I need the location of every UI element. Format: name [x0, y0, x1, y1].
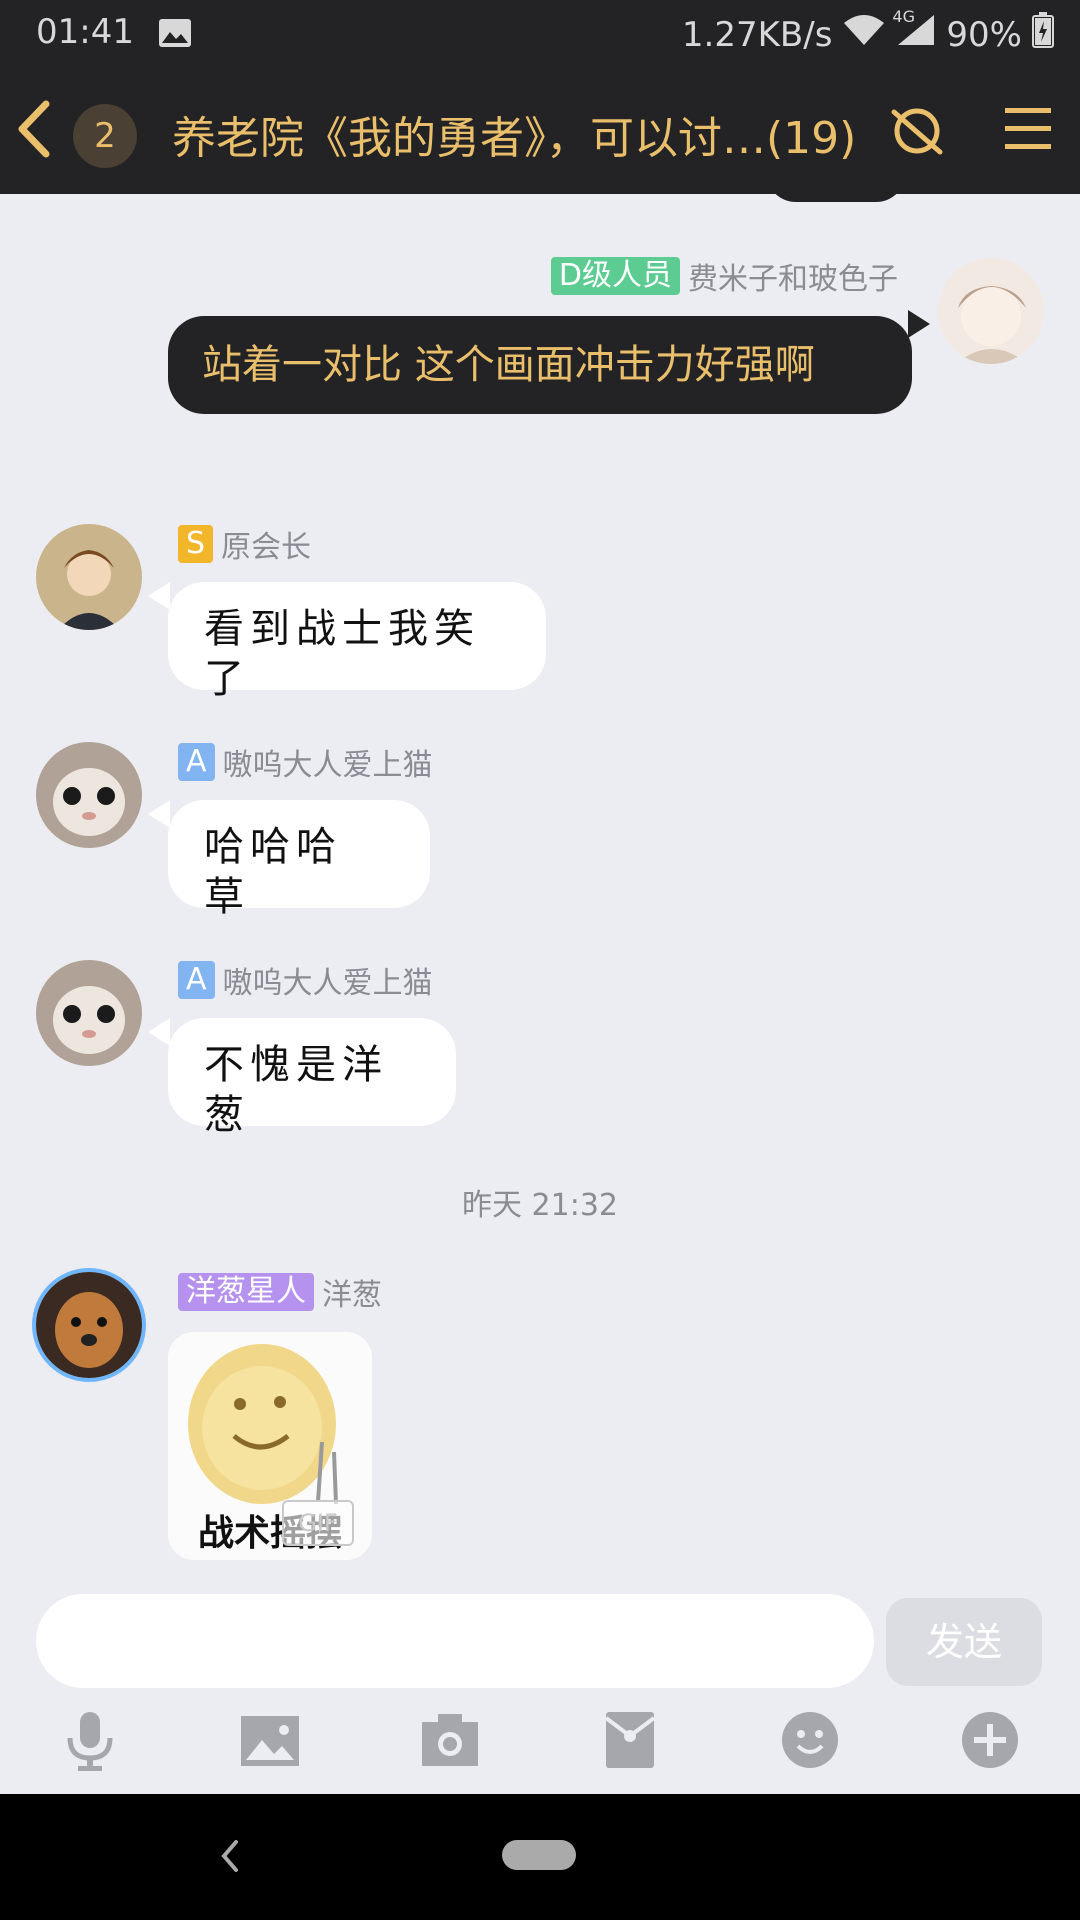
nav-back-icon: [221, 1840, 238, 1872]
member-level-badge: A: [178, 743, 215, 781]
avatar[interactable]: [36, 524, 142, 630]
sender-row: A 嗷呜大人爱上猫: [178, 740, 433, 784]
message-bubble[interactable]: 不愧是洋葱: [168, 1018, 456, 1138]
image-icon[interactable]: [238, 1708, 302, 1772]
avatar[interactable]: [938, 258, 1044, 364]
message-bubble[interactable]: 站着一对比 这个画面冲击力好强啊: [168, 316, 912, 414]
sender-name[interactable]: 原会长: [221, 522, 311, 566]
gif-label: GIF: [282, 1500, 354, 1546]
member-level-badge: 洋葱星人: [178, 1273, 314, 1311]
chevron-left-icon: [18, 100, 50, 158]
battery-level: 90%: [946, 14, 1022, 55]
sender-row: S 原会长: [178, 522, 311, 566]
network-speed: 1.27KB/s: [681, 14, 833, 55]
sender-row: 洋葱星人 洋葱: [178, 1270, 382, 1314]
hamburger-menu-icon: [1005, 108, 1051, 149]
status-bar: 01:41 1.27KB/s 4G 90%: [0, 0, 1080, 64]
red-packet-icon[interactable]: [598, 1708, 662, 1772]
battery-charging-icon: [1032, 12, 1054, 57]
member-level-badge: S: [178, 525, 214, 563]
gallery-notification-icon: [158, 17, 192, 57]
status-time: 01:41: [36, 12, 134, 52]
emoji-icon[interactable]: [778, 1708, 842, 1772]
microphone-icon[interactable]: [58, 1708, 122, 1772]
message-input[interactable]: [36, 1594, 874, 1688]
chat-header: 2 养老院《我的勇者》，可以讨…(19): [0, 64, 1080, 194]
message-bubble[interactable]: 哈哈哈 草: [168, 800, 430, 920]
camera-icon[interactable]: [418, 1708, 482, 1772]
wifi-icon: [842, 13, 886, 56]
message-timestamp: 昨天 21:32: [462, 1188, 618, 1223]
bubble-tail: [148, 800, 170, 828]
unread-count-badge[interactable]: 2: [73, 104, 137, 168]
sender-name[interactable]: 费米子和玻色子: [688, 254, 898, 298]
cell-signal-icon: 4G: [892, 7, 936, 56]
plus-icon[interactable]: [958, 1708, 1022, 1772]
mute-planet-icon: [891, 108, 943, 155]
member-level-badge: D级人员: [550, 257, 680, 295]
avatar[interactable]: [36, 1272, 142, 1378]
network-type-label: 4G: [892, 7, 915, 26]
menu-button[interactable]: [1003, 102, 1053, 156]
message-bubble[interactable]: 看到战士我笑了: [168, 582, 546, 702]
sender-name[interactable]: 洋葱: [322, 1270, 382, 1314]
bubble-tail: [148, 582, 170, 610]
sender-name[interactable]: 嗷呜大人爱上猫: [223, 740, 433, 784]
system-nav-bar: [0, 1794, 1080, 1920]
member-level-badge: A: [178, 961, 215, 999]
previous-message-bubble[interactable]: [766, 194, 906, 202]
chat-title[interactable]: 养老院《我的勇者》，可以讨…(19): [172, 102, 856, 166]
sender-row: D级人员 费米子和玻色子: [550, 254, 898, 298]
nav-home-pill[interactable]: [502, 1840, 576, 1870]
sender-name[interactable]: 嗷呜大人爱上猫: [223, 958, 433, 1002]
sender-row: A 嗷呜大人爱上猫: [178, 958, 433, 1002]
nav-back-button[interactable]: [212, 1834, 248, 1878]
composer-toolbar: [0, 1708, 1080, 1788]
bubble-tail: [148, 1018, 170, 1046]
avatar[interactable]: [36, 960, 142, 1066]
composer-area: 发送: [0, 1586, 1080, 1794]
avatar[interactable]: [36, 742, 142, 848]
back-button[interactable]: [10, 96, 60, 162]
sticker-message[interactable]: 战术摇摆 GIF: [168, 1332, 372, 1560]
mute-button[interactable]: [888, 102, 946, 160]
chat-message-list[interactable]: D级人员 费米子和玻色子 站着一对比 这个画面冲击力好强啊 S 原会长 看到战士…: [0, 194, 1080, 1586]
bubble-tail: [908, 310, 930, 338]
send-button[interactable]: 发送: [886, 1598, 1042, 1686]
status-right-group: 1.27KB/s 4G 90%: [681, 7, 1054, 57]
